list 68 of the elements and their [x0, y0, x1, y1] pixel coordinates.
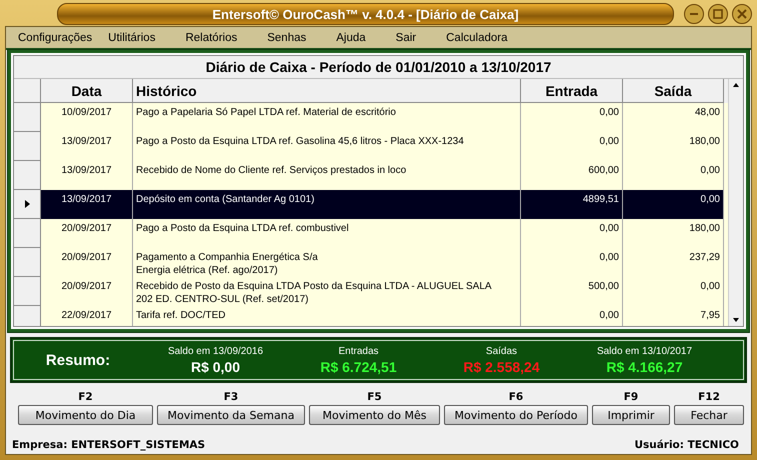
table-cell: 0,00 — [623, 190, 724, 219]
table-cell: 22/09/2017 — [41, 306, 133, 326]
table-cell: Pagamento a Companhia Energética S/a Energia elétrica (Ref. ago/2017) — [133, 248, 521, 277]
shortcut-key: F12 — [698, 391, 720, 403]
row-indicator[interactable] — [14, 190, 41, 219]
table-cell: 4899,51 — [521, 190, 623, 219]
table-cell: Pago a Posto da Esquina LTDA ref. combustivel — [133, 219, 521, 248]
action-button[interactable]: Imprimir — [592, 405, 670, 425]
table-cell: 20/09/2017 — [41, 219, 133, 248]
table-cell: 20/09/2017 — [41, 248, 133, 277]
action-button[interactable]: Movimento do Dia — [18, 405, 153, 425]
column-header[interactable]: Entrada — [521, 79, 623, 103]
menu-item[interactable]: Senhas — [267, 32, 306, 44]
summary-caption: Saídas — [486, 346, 518, 356]
column-header[interactable]: Histórico — [133, 79, 521, 103]
action-button[interactable]: Fechar — [674, 405, 744, 425]
menu-item[interactable]: Sair — [396, 32, 416, 44]
company-label: Empresa: ENTERSOFT_SISTEMAS — [12, 439, 206, 451]
summary-caption: Entradas — [338, 346, 379, 356]
column-header[interactable]: Saída — [623, 79, 724, 103]
summary-caption: Saldo em 13/10/2017 — [596, 346, 692, 356]
shortcut-key: F5 — [367, 391, 382, 403]
summary-caption: Saldo em 13/09/2016 — [168, 346, 264, 356]
user-label: Usuário: TECNICO — [634, 439, 739, 451]
maximize-button[interactable] — [708, 4, 728, 24]
table-cell: Recebido de Posto da Esquina LTDA Posto da Esquina LTDA - ALUGUEL SALA 202 ED. CENTRO-SUL (Ref. set/2017) — [133, 277, 521, 306]
table-cell: Pago a Papelaria Só Papel LTDA ref. Material de escritório — [133, 103, 521, 132]
window-title: Entersoft© OuroCash™ v. 4.0.4 - [Diário de Caixa] — [212, 6, 519, 22]
table-cell: 0,00 — [521, 306, 623, 326]
table-cell: 0,00 — [521, 132, 623, 161]
table-cell: 0,00 — [623, 277, 724, 306]
table-cell: 0,00 — [521, 103, 623, 132]
table-cell: 180,00 — [623, 132, 724, 161]
menu-item[interactable]: Configurações — [18, 32, 92, 44]
table-cell: Tarifa ref. DOC/TED — [133, 306, 521, 326]
table-cell: 48,00 — [623, 103, 724, 132]
table-cell: 10/09/2017 — [41, 103, 133, 132]
menu-item[interactable]: Utilitários — [108, 32, 156, 44]
table-cell: 500,00 — [521, 277, 623, 306]
minimize-button[interactable] — [684, 4, 704, 24]
shortcut-key: F6 — [508, 391, 524, 403]
table-cell: 13/09/2017 — [41, 132, 133, 161]
shortcut-key: F3 — [224, 391, 238, 403]
summary-value: R$ 4.166,27 — [606, 358, 683, 374]
menu-item[interactable]: Relatórios — [185, 32, 238, 44]
table-cell: 0,00 — [521, 219, 623, 248]
table-cell: 237,29 — [623, 248, 724, 277]
menu-item[interactable]: Ajuda — [336, 32, 366, 44]
summary-value: R$ 0,00 — [190, 358, 240, 374]
table-cell: 0,00 — [521, 248, 623, 277]
summary-value: R$ 6.724,51 — [320, 358, 397, 374]
table-cell: 13/09/2017 — [41, 190, 133, 219]
row-pointer-icon — [24, 200, 30, 208]
table-cell: 180,00 — [623, 219, 724, 248]
action-button[interactable]: Movimento do Mês — [309, 405, 440, 425]
menu-item[interactable]: Calculadora — [446, 32, 508, 44]
shortcut-key: F9 — [624, 391, 638, 403]
close-button[interactable] — [732, 4, 752, 24]
table-cell: 20/09/2017 — [41, 277, 133, 306]
action-button[interactable]: Movimento do Período — [444, 405, 588, 425]
table-cell: 7,95 — [623, 306, 724, 326]
shortcut-key: F2 — [78, 391, 93, 403]
action-button[interactable]: Movimento da Semana — [157, 405, 305, 425]
summary-value: R$ 2.558,24 — [463, 358, 540, 374]
summary-label: Resumo: — [44, 352, 112, 368]
table-cell: Depósito em conta (Santander Ag 0101) — [133, 190, 521, 219]
column-header[interactable]: Data — [41, 79, 133, 103]
table-cell: Pago a Posto da Esquina LTDA ref. Gasolina 45,6 litros - Placa XXX-1234 — [133, 132, 521, 161]
